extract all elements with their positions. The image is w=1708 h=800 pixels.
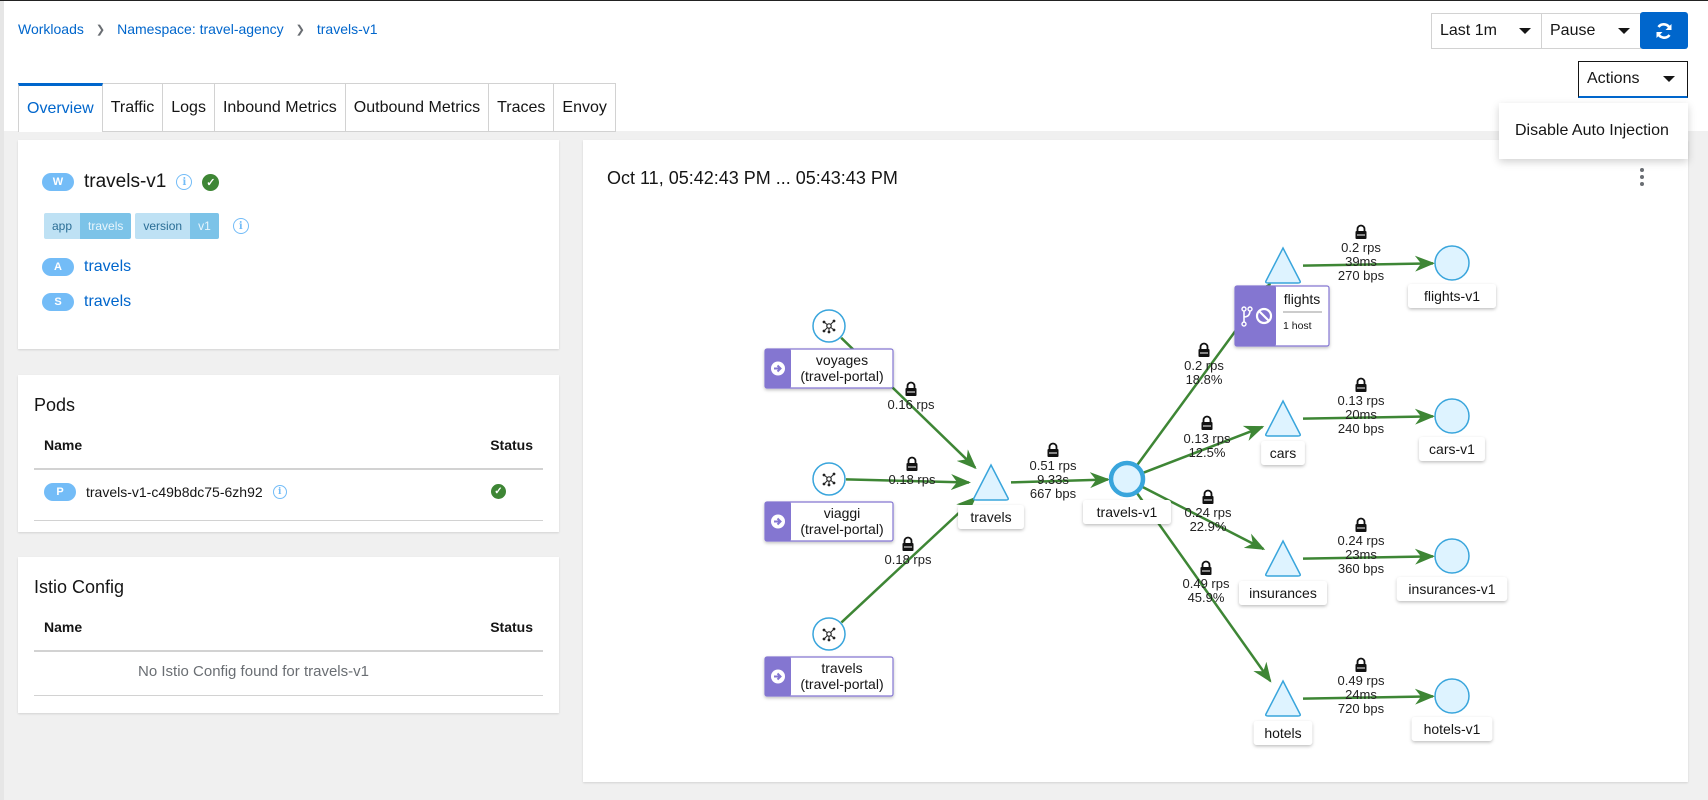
graph-time-range: Oct 11, 05:42:43 PM ... 05:43:43 PM <box>607 168 898 188</box>
chevron-right-icon: ❯ <box>295 23 305 36</box>
column-header-name: Name <box>44 437 83 453</box>
breadcrumb-workloads[interactable]: Workloads <box>18 21 84 37</box>
health-ok-icon: ✓ <box>202 173 220 191</box>
service-link[interactable]: travels <box>84 293 131 311</box>
info-icon[interactable]: i <box>272 485 287 499</box>
label-app: app travels <box>44 213 132 239</box>
refresh-button[interactable] <box>1640 12 1688 49</box>
duration-select[interactable]: Last 1m <box>1431 13 1542 49</box>
refresh-interval-value: Pause <box>1550 22 1596 39</box>
caret-down-icon <box>1519 28 1531 34</box>
tab-traffic[interactable]: Traffic <box>102 83 164 132</box>
divider <box>34 695 543 696</box>
tab-logs[interactable]: Logs <box>163 83 215 132</box>
menu-item-disable-auto-injection[interactable]: Disable Auto Injection <box>1515 122 1669 140</box>
istio-config-card: Istio Config Name Status No Istio Config… <box>18 557 559 713</box>
workload-name: travels-v1 <box>84 171 167 192</box>
empty-message: No Istio Config found for travels-v1 <box>138 663 369 680</box>
duration-value: Last 1m <box>1440 22 1497 39</box>
caret-down-icon <box>1663 76 1675 82</box>
sync-icon <box>1656 22 1672 39</box>
tab-bar: Overview Traffic Logs Inbound Metrics Ou… <box>18 83 616 132</box>
label-version: version v1 <box>135 213 219 239</box>
pods-card: Pods Name Status P travels-v1-c49b8dc75-… <box>18 375 559 532</box>
actions-dropdown[interactable]: Actions <box>1578 61 1688 98</box>
divider <box>34 520 543 521</box>
workload-summary-card: W travels-v1 i ✓ app travels version v1 … <box>18 140 559 349</box>
tab-envoy[interactable]: Envoy <box>554 83 616 132</box>
breadcrumb: Workloads ❯ Namespace: travel-agency ❯ t… <box>18 21 378 37</box>
chevron-right-icon: ❯ <box>95 23 106 36</box>
column-header-status: Status <box>490 619 533 635</box>
pod-status-ok-icon: ✓ <box>491 484 506 499</box>
pods-title: Pods <box>34 395 76 415</box>
divider <box>34 650 543 652</box>
tab-inbound-metrics[interactable]: Inbound Metrics <box>214 83 346 132</box>
app-link[interactable]: travels <box>84 258 131 276</box>
istio-config-title: Istio Config <box>34 577 125 597</box>
graph-card: Oct 11, 05:42:43 PM ... 05:43:43 PM <box>583 140 1688 782</box>
breadcrumb-workload[interactable]: travels-v1 <box>317 21 378 37</box>
label-value: v1 <box>190 213 219 239</box>
label-key: version <box>135 213 191 239</box>
divider <box>34 468 543 470</box>
app-badge: A <box>42 258 74 276</box>
label-key: app <box>44 213 81 239</box>
info-icon[interactable]: i <box>232 218 249 234</box>
caret-down-icon <box>1618 28 1630 34</box>
pod-name: travels-v1-c49b8dc75-6zh92 <box>86 484 263 500</box>
refresh-interval-select[interactable]: Pause <box>1541 13 1641 49</box>
column-header-name: Name <box>44 619 83 635</box>
actions-label: Actions <box>1587 70 1640 87</box>
actions-menu: Disable Auto Injection <box>1499 103 1688 159</box>
label-value: travels <box>80 213 132 239</box>
tab-overview[interactable]: Overview <box>18 83 103 132</box>
service-badge: S <box>42 293 74 311</box>
table-row: P travels-v1-c49b8dc75-6zh92 i <box>44 483 287 501</box>
tab-outbound-metrics[interactable]: Outbound Metrics <box>345 83 490 132</box>
tab-traces[interactable]: Traces <box>489 83 555 132</box>
column-header-status: Status <box>490 437 533 453</box>
workload-badge: W <box>42 173 74 191</box>
info-icon[interactable]: i <box>176 174 193 190</box>
pod-badge: P <box>44 483 76 501</box>
breadcrumb-namespace[interactable]: Namespace: travel-agency <box>117 21 284 37</box>
kebab-menu-icon[interactable] <box>1639 168 1645 186</box>
